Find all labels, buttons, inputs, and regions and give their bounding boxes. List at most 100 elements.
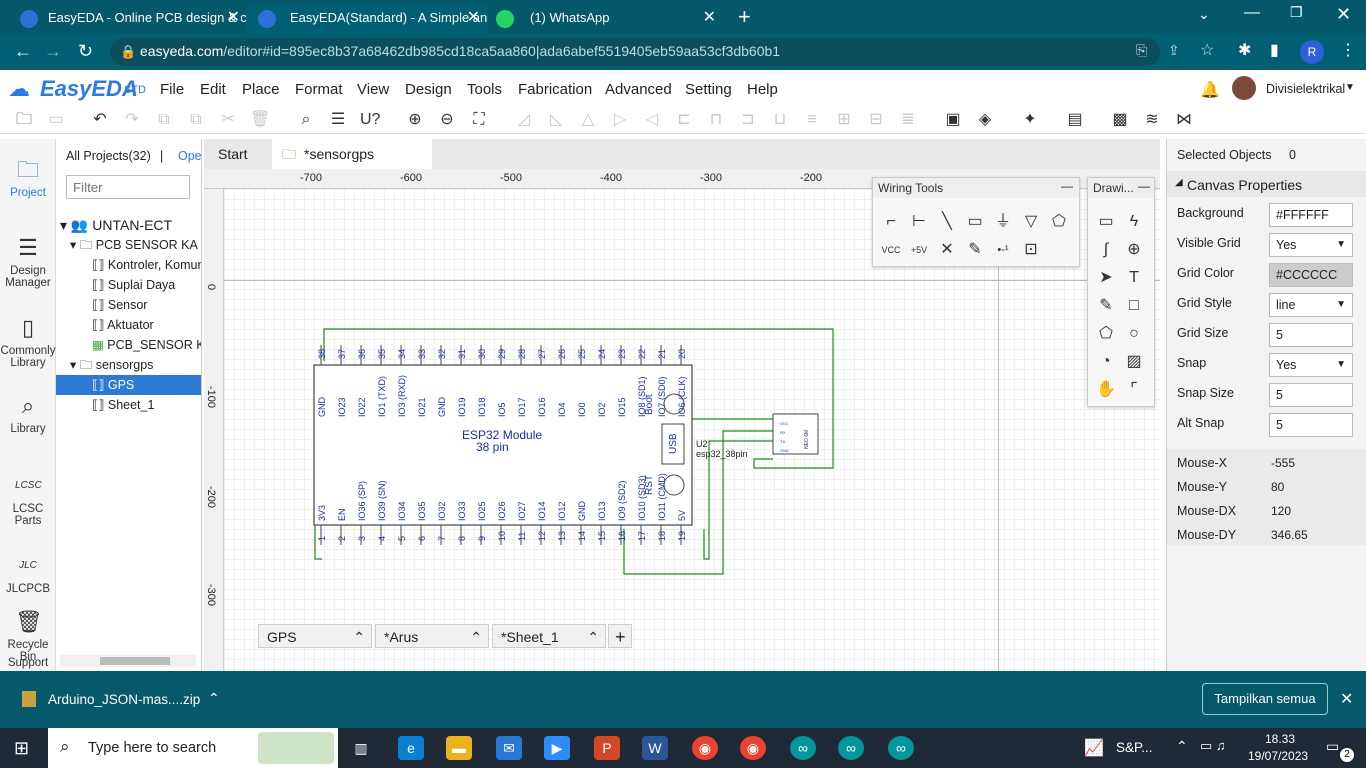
text-icon[interactable]: T <box>1122 266 1146 290</box>
user-menu-chevron-icon[interactable]: ▼ <box>1345 82 1355 93</box>
close-tab-icon[interactable]: ✕ <box>703 4 716 32</box>
clock-time[interactable]: 18.33 <box>1265 732 1295 746</box>
arduino-icon[interactable]: ∞ <box>888 736 914 760</box>
extensions-icon[interactable]: ✱ <box>1238 40 1251 60</box>
zoom-in-icon[interactable]: ⊕ <box>405 110 425 130</box>
zoom-icon[interactable]: ▶ <box>544 736 570 760</box>
sheet-tab-sheet1[interactable]: *Sheet_1 ⌃ <box>492 624 606 648</box>
bom-icon[interactable]: ▤ <box>1065 110 1085 130</box>
arc-plus-icon[interactable]: ⊕ <box>1122 238 1146 262</box>
rail-commonly-library[interactable]: ▯ Commonly Library <box>0 315 56 369</box>
fit-view-icon[interactable]: ⛶ <box>469 110 489 130</box>
freehand-icon[interactable]: ✎ <box>1094 294 1118 318</box>
tree-node-untan-ect[interactable]: ▾ 👥 UNTAN-ECT <box>60 215 172 235</box>
bookmark-star-icon[interactable]: ☆ <box>1200 40 1214 60</box>
copy-icon[interactable]: ⧉ <box>154 110 174 130</box>
all-projects-label[interactable]: All Projects(32) <box>66 149 151 163</box>
layers-icon[interactable]: ◈ <box>975 110 995 130</box>
notification-center-icon[interactable]: ▭ <box>1326 738 1339 755</box>
rail-jlcpcb[interactable]: JLC JLCPCB <box>0 553 56 595</box>
circle-icon[interactable]: ○ <box>1122 322 1146 346</box>
tab-search-icon[interactable]: ⌄ <box>1198 6 1210 23</box>
profile-avatar[interactable]: R <box>1300 40 1324 64</box>
hand-pan-icon[interactable]: ✋ <box>1094 378 1118 402</box>
flip-v-icon[interactable]: ▷ <box>610 110 630 130</box>
rail-support[interactable]: Support <box>0 657 56 669</box>
rail-project[interactable]: 🗀 Project <box>0 157 56 199</box>
sheet-tab-gps[interactable]: GPS ⌃ <box>258 624 372 648</box>
menu-advanced[interactable]: Advanced <box>605 81 672 98</box>
flip-h-icon[interactable]: △ <box>578 110 598 130</box>
tree-node-suplai-daya[interactable]: ⟦⟧ Suplai Daya <box>92 275 175 295</box>
line-tool-icon[interactable]: ϟ <box>1122 210 1146 234</box>
bus-entry-icon[interactable]: ╲ <box>935 210 959 234</box>
wire-icon[interactable]: ⌐ <box>879 210 903 234</box>
zoom-out-icon[interactable]: ⊖ <box>437 110 457 130</box>
tree-node-sensor[interactable]: ⟦⟧ Sensor <box>92 295 147 315</box>
origin-icon[interactable]: ⌜ <box>1122 378 1146 402</box>
rail-recycle-bin[interactable]: 🗑 Recycle Bin <box>0 609 56 663</box>
panel-minimize-icon[interactable]: — <box>1138 179 1150 193</box>
net-port-icon[interactable]: ⬠ <box>1047 210 1071 234</box>
menu-file[interactable]: File <box>160 81 184 98</box>
reload-icon[interactable]: ↻ <box>78 41 93 62</box>
align-bottom-icon[interactable]: ⊔ <box>770 110 790 130</box>
background-color-input[interactable]: #FFFFFF <box>1269 203 1353 227</box>
browser-tab-1[interactable]: EasyEDA - Online PCB design & c ✕ <box>4 4 248 34</box>
doc-tab-sensorgps[interactable]: 🗀 *sensorgps <box>272 139 432 169</box>
menu-view[interactable]: View <box>357 81 389 98</box>
menu-help[interactable]: Help <box>747 81 778 98</box>
chevron-up-icon[interactable]: ⌃ <box>353 625 365 649</box>
translate-icon[interactable]: ⎘ <box>1136 42 1147 59</box>
tray-chevron-icon[interactable]: ⌃ <box>1176 738 1188 755</box>
rail-design-manager[interactable]: ☰ Design Manager <box>0 235 56 289</box>
download-filename[interactable]: Arduino_JSON-mas....zip <box>48 692 200 707</box>
chevron-up-icon[interactable]: ⌃ <box>208 690 220 707</box>
rotate-ccw-icon[interactable]: ◺ <box>546 110 566 130</box>
distribute-h-icon[interactable]: ⊞ <box>834 110 854 130</box>
menu-format[interactable]: Format <box>295 81 343 98</box>
weather-widget[interactable]: S&P... <box>1116 740 1153 755</box>
chevron-up-icon[interactable]: ⌃ <box>587 625 599 649</box>
tree-node-aktuator[interactable]: ⟦⟧ Aktuator <box>92 315 154 335</box>
polygon-icon[interactable]: ⬠ <box>1094 322 1118 346</box>
grid-color-input[interactable]: #CCCCCC <box>1269 263 1353 287</box>
save-icon[interactable]: ▭ <box>46 110 66 130</box>
close-window-icon[interactable]: ✕ <box>1336 4 1351 25</box>
no-connect-icon[interactable]: ✕ <box>935 238 959 262</box>
align-icon[interactable]: ◁ <box>642 110 662 130</box>
unit-icon[interactable]: U? <box>360 110 380 130</box>
net-label-icon[interactable]: ▭ <box>963 210 987 234</box>
tree-node-kontroler[interactable]: ⟦⟧ Kontroler, Komun <box>92 255 201 275</box>
tree-node-gps[interactable]: ⟦⟧ GPS <box>56 375 201 395</box>
bezier-icon[interactable]: ∫ <box>1094 238 1118 262</box>
menu-tools[interactable]: Tools <box>467 81 502 98</box>
notification-bell-icon[interactable]: 🔔 <box>1200 80 1220 100</box>
powerpoint-icon[interactable]: P <box>594 736 620 760</box>
word-icon[interactable]: W <box>642 736 668 760</box>
close-tab-icon[interactable]: ✕ <box>227 4 240 32</box>
forward-icon[interactable]: → <box>44 41 62 62</box>
browser-tab-2-active[interactable]: EasyEDA(Standard) - A Simple an ✕ <box>246 4 488 34</box>
arrow-head-icon[interactable]: ➤ <box>1094 266 1118 290</box>
open-icon[interactable]: 🗀 <box>14 110 34 130</box>
chrome-icon[interactable]: ◉ <box>692 736 718 760</box>
alt-snap-input[interactable]: 5 <box>1269 413 1353 437</box>
snap-size-input[interactable]: 5 <box>1269 383 1353 407</box>
windows-start-icon[interactable]: ⊞ <box>14 738 29 759</box>
plus5v-icon[interactable]: +5V <box>907 238 931 262</box>
show-all-button[interactable]: Tampilkan semua <box>1202 683 1328 715</box>
share-design-icon[interactable]: ⋈ <box>1174 110 1194 130</box>
grid-style-select[interactable]: line ▼ <box>1269 293 1353 317</box>
distribute-v-icon[interactable]: ⊟ <box>866 110 886 130</box>
chevron-up-icon[interactable]: ⌃ <box>470 625 482 649</box>
tree-node-sheet1[interactable]: ⟦⟧ Sheet_1 <box>92 395 154 415</box>
user-avatar[interactable] <box>1232 76 1256 100</box>
tree-horizontal-scrollbar[interactable] <box>60 655 196 667</box>
add-sheet-icon[interactable]: + <box>608 624 632 648</box>
chrome-profile-icon[interactable]: ◉ <box>740 736 766 760</box>
tree-node-pcb-sensor[interactable]: ▾ 🗀 PCB SENSOR KA <box>70 235 198 255</box>
undo-icon[interactable]: ↶ <box>90 110 110 130</box>
pie-icon[interactable]: ◔ <box>1094 350 1118 374</box>
visible-grid-select[interactable]: Yes ▼ <box>1269 233 1353 257</box>
